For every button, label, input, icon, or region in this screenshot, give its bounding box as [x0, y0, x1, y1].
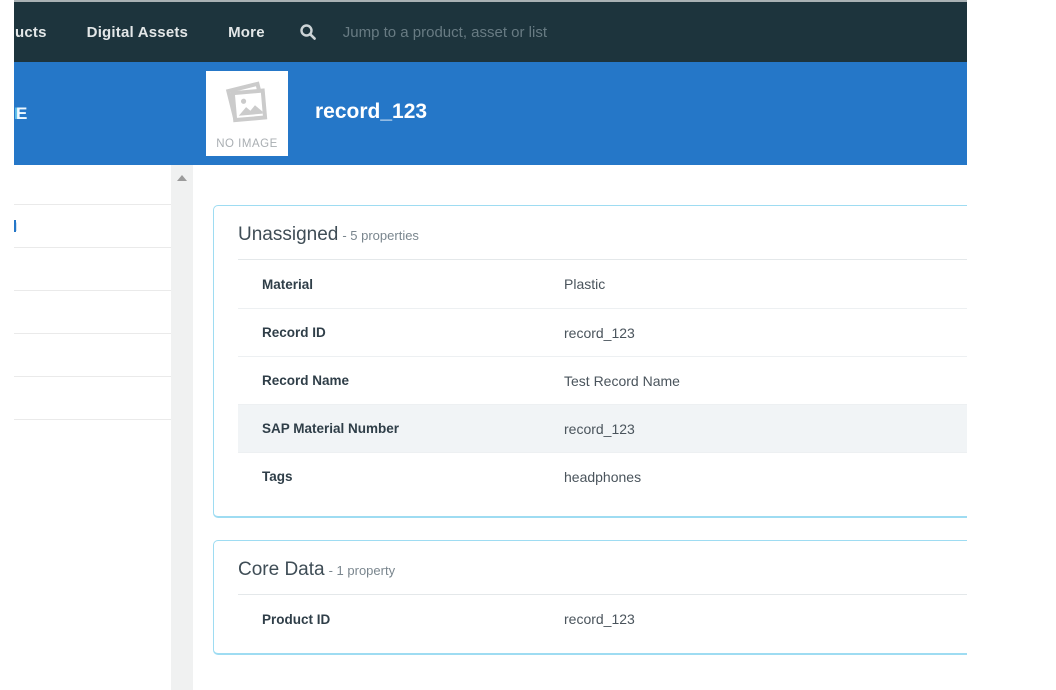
property-group-card: Core Data - 1 property Product IDrecord_12… [213, 540, 967, 655]
sidebar-truncated-link[interactable]: I [14, 220, 17, 232]
property-label: Record Name [262, 373, 564, 388]
property-value[interactable]: Plastic [564, 276, 605, 292]
global-search[interactable]: Jump to a product, asset or list [299, 23, 547, 41]
no-image-thumbnail[interactable]: NO IMAGE [206, 71, 288, 156]
sidebar-list: I [14, 165, 171, 690]
property-row[interactable]: SAP Material Numberrecord_123 [238, 404, 967, 452]
group-name: Core Data [238, 559, 325, 580]
sidebar-list-item[interactable] [14, 291, 171, 334]
property-row[interactable]: Product IDrecord_123 [238, 595, 967, 643]
property-row[interactable]: MaterialPlastic [238, 260, 967, 308]
nav-item-products-truncated[interactable]: ucts [15, 24, 47, 41]
property-value[interactable]: headphones [564, 469, 641, 485]
group-name: Unassigned [238, 224, 338, 245]
property-label: Product ID [262, 612, 564, 627]
record-title: record_123 [315, 100, 427, 124]
property-group-card: Unassigned- 5 propertiesMaterialPlasticR… [213, 205, 967, 518]
top-nav-bar: ucts Digital Assets More Jump to a produ… [14, 0, 967, 62]
sidebar-list-item[interactable]: I [14, 205, 171, 248]
no-image-label: NO IMAGE [216, 138, 278, 150]
group-header: Unassigned - 5 properties [214, 206, 967, 259]
property-label: Record ID [262, 325, 564, 340]
nav-item-digital-assets[interactable]: Digital Assets [87, 24, 188, 41]
truncated-header-text: E [16, 104, 27, 124]
property-label: Material [262, 277, 564, 292]
property-value[interactable]: Test Record Name [564, 373, 680, 389]
property-value[interactable]: record_123 [564, 325, 635, 341]
group-header: Core Data - 1 property [214, 541, 967, 594]
nav-item-more[interactable]: More [228, 24, 265, 41]
property-label: SAP Material Number [262, 421, 564, 436]
group-property-count: - 1 property [329, 563, 395, 578]
property-rows: Product IDrecord_123 [238, 594, 967, 653]
properties-panel: Unassigned- 5 propertiesMaterialPlasticR… [193, 165, 967, 690]
sidebar-list-item[interactable] [14, 377, 171, 420]
property-row[interactable]: Record NameTest Record Name [238, 356, 967, 404]
search-input-placeholder[interactable]: Jump to a product, asset or list [343, 24, 547, 41]
scrollbar-up-arrow-icon[interactable] [177, 175, 187, 181]
sidebar-scrollbar[interactable] [171, 165, 193, 690]
group-property-count: - 5 properties [342, 228, 419, 243]
app-window: ucts Digital Assets More Jump to a produ… [14, 0, 967, 690]
property-row[interactable]: Record IDrecord_123 [238, 308, 967, 356]
property-value[interactable]: record_123 [564, 421, 635, 437]
sidebar-list-item[interactable] [14, 165, 171, 205]
property-row[interactable]: Tagsheadphones [238, 452, 967, 500]
search-icon[interactable] [299, 23, 317, 41]
property-rows: MaterialPlasticRecord IDrecord_123Record… [238, 259, 967, 516]
sidebar-list-item[interactable] [14, 248, 171, 291]
property-label: Tags [262, 469, 564, 484]
image-placeholder-icon [220, 81, 274, 131]
property-value[interactable]: record_123 [564, 611, 635, 627]
sidebar-list-item[interactable] [14, 334, 171, 377]
record-header-bar: E NO IMAGE record_123 [14, 62, 967, 165]
